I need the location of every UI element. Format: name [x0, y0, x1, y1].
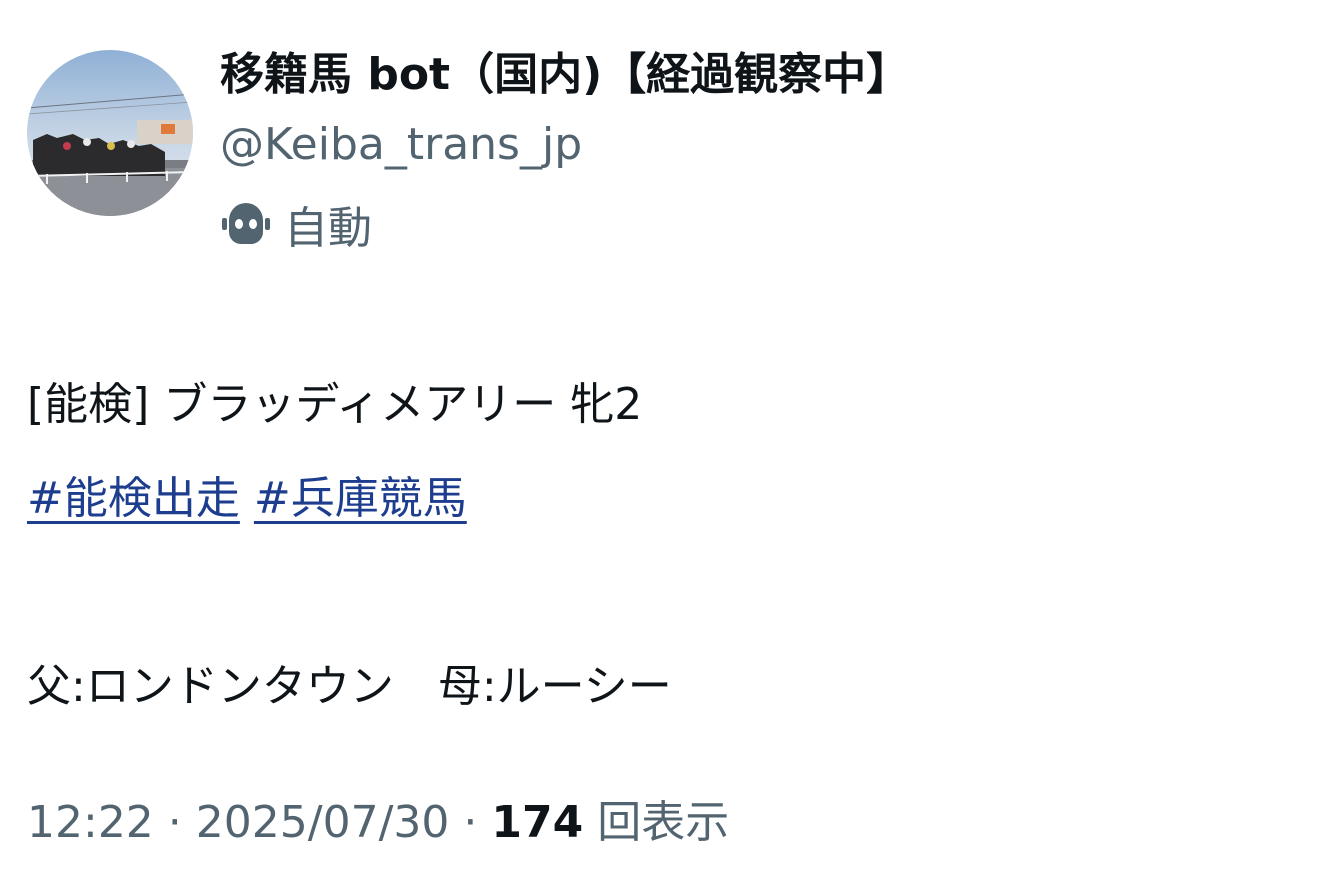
tweet-metadata: 12:22 · 2025/07/30 · 174 回表示: [27, 792, 729, 854]
tweet-card: 移籍馬 bot（国内)【経過観察中】 @Keiba_trans_jp 自動 [能…: [0, 0, 1319, 881]
automated-label: 自動: [284, 203, 372, 254]
tweet-text: [能検] ブラッディメアリー 牝2 #能検出走 #兵庫競馬 父:ロンドンタウン …: [27, 358, 672, 734]
tweet-text-line-1: [能検] ブラッディメアリー 牝2: [27, 379, 643, 430]
racetrack-photo-avatar-icon: [27, 50, 193, 216]
views-label: 回表示: [583, 797, 730, 848]
author-avatar[interactable]: [27, 50, 193, 216]
author-handle[interactable]: @Keiba_trans_jp: [220, 114, 582, 176]
meta-separator: ·: [449, 797, 492, 848]
tweet-hashtag-line: #能検出走 #兵庫競馬: [27, 452, 672, 546]
hashtag-link[interactable]: #兵庫競馬: [254, 473, 467, 524]
views-link[interactable]: 174 回表示: [491, 797, 729, 848]
author-display-name[interactable]: 移籍馬 bot（国内)【経過観察中】: [220, 44, 910, 106]
tweet-date: 2025/07/30: [195, 797, 450, 848]
tweet-time-link[interactable]: 12:22 · 2025/07/30: [27, 797, 449, 848]
tweet-time: 12:22: [27, 797, 154, 848]
hashtag-link[interactable]: #能検出走: [27, 473, 240, 524]
tweet-text-line-3: 父:ロンドンタウン 母:ルーシー: [27, 661, 672, 712]
views-count: 174: [491, 797, 584, 848]
robot-icon: [220, 198, 272, 250]
meta-separator: ·: [153, 797, 196, 848]
automated-account-badge[interactable]: 自動: [220, 193, 372, 255]
